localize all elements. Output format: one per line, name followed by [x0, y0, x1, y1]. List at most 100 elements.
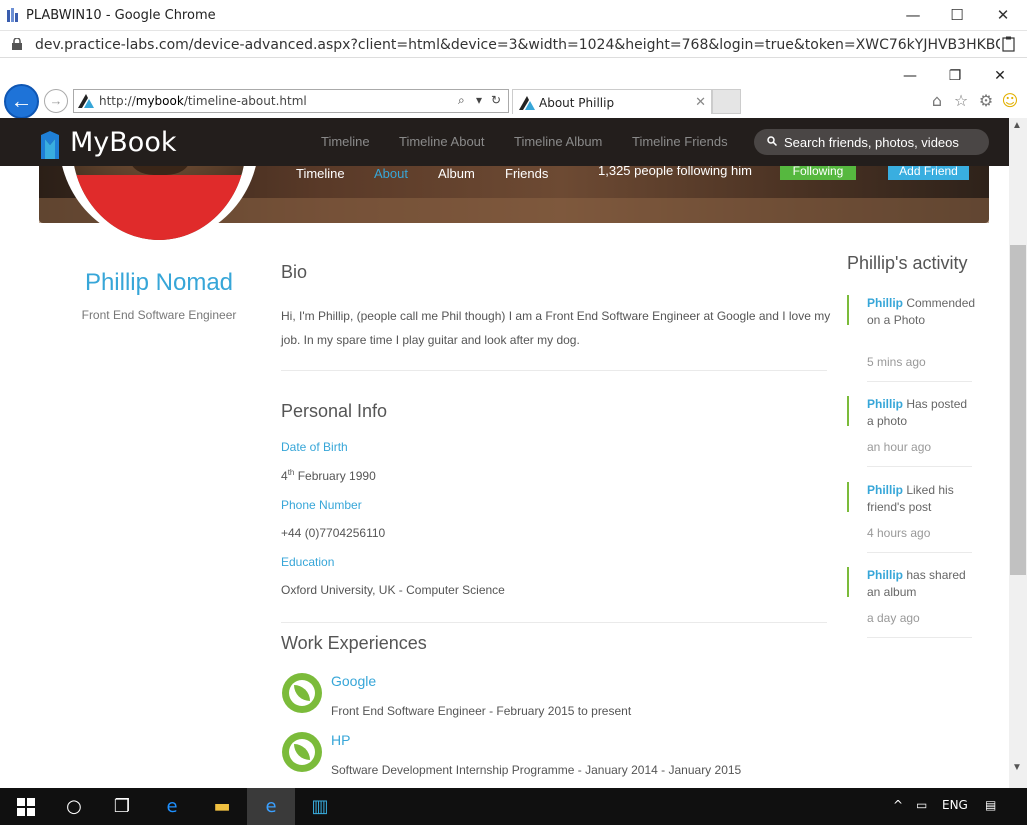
activity-time: a day ago [867, 611, 920, 625]
cortana-search-icon[interactable]: ○ [50, 788, 98, 825]
company-logo-icon [282, 673, 322, 713]
activity-text: Phillip Liked his friend's post [867, 482, 977, 516]
page-viewport: Timeline About Album Friends 1,325 peopl… [0, 118, 1009, 788]
ie-restore-button[interactable]: ❐ [945, 66, 965, 86]
chrome-url[interactable]: dev.practice-labs.com/device-advanced.as… [35, 37, 1000, 53]
window-title: PLABWIN10 - Google Chrome [26, 8, 216, 23]
search-box[interactable] [754, 129, 989, 155]
profile-nav-friends[interactable]: Friends [505, 166, 548, 181]
work-company[interactable]: HP [331, 732, 350, 748]
ie-address-bar[interactable]: http://mybook/timeline-about.html ⌕ ▾ ↻ [73, 89, 509, 113]
work-company[interactable]: Google [331, 673, 376, 689]
activity-user-link[interactable]: Phillip [867, 296, 903, 310]
work-description: Software Development Internship Programm… [331, 763, 742, 777]
scroll-up-arrow-icon[interactable]: ▲ [1012, 120, 1022, 131]
file-explorer-icon[interactable]: ▬ [198, 788, 246, 825]
notifications-icon[interactable]: ▤ [985, 798, 996, 812]
url-host: mybook [135, 94, 184, 108]
vertical-scrollbar[interactable]: ▲ ▼ [1009, 118, 1027, 788]
tray-chevron-icon[interactable]: ^ [893, 798, 903, 812]
activity-separator [867, 381, 972, 382]
company-logo-icon [282, 732, 322, 772]
network-icon[interactable]: ▭ [916, 798, 927, 812]
activity-text: Phillip has shared an album [867, 567, 977, 601]
avatar-shirt [72, 175, 246, 240]
activity-separator [867, 466, 972, 467]
activity-user-link[interactable]: Phillip [867, 483, 903, 497]
lock-icon [12, 38, 22, 50]
activity-time: an hour ago [867, 440, 932, 454]
mybook-navbar: MyBook Timeline Timeline About Timeline … [0, 118, 1009, 166]
education-value: Oxford University, UK - Computer Science [281, 583, 505, 597]
site-logo-icon [78, 94, 94, 108]
close-button[interactable]: ✕ [992, 4, 1014, 26]
dob-rest: February 1990 [294, 469, 376, 483]
personal-info-heading: Personal Info [281, 401, 388, 421]
internet-explorer-icon[interactable]: e [247, 788, 295, 825]
ie-close-button[interactable]: ✕ [990, 66, 1010, 86]
smiley-feedback-icon[interactable]: ☺ [1000, 91, 1020, 111]
home-icon[interactable]: ⌂ [927, 91, 947, 111]
profile-nav-timeline[interactable]: Timeline [296, 166, 345, 181]
search-icon [767, 136, 777, 146]
activity-user-link[interactable]: Phillip [867, 568, 903, 582]
bio-text: Hi, I'm Phillip, (people call me Phil th… [281, 309, 831, 347]
nav-link-timeline-about[interactable]: Timeline About [399, 134, 485, 149]
profile-nav-about[interactable]: About [374, 166, 408, 181]
activity-separator [867, 637, 972, 638]
tab-logo-icon [519, 96, 535, 110]
chrome-title-bar: PLABWIN10 - Google Chrome — ☐ ✕ [0, 0, 1027, 31]
activity-separator [867, 552, 972, 553]
profile-nav-album[interactable]: Album [438, 166, 475, 181]
windows-taskbar: ○ ❐ e ▬ e ▥ ^ ▭ ENG ▤ [0, 788, 1027, 825]
edge-browser-icon[interactable]: e [148, 788, 196, 825]
activity-time: 5 mins ago [867, 355, 926, 369]
task-view-icon[interactable]: ❐ [98, 788, 146, 825]
minimize-button[interactable]: — [902, 4, 924, 26]
mybook-brand[interactable]: MyBook [70, 127, 176, 158]
url-prefix: http:// [99, 94, 136, 108]
maximize-button[interactable]: ☐ [946, 4, 968, 26]
back-button[interactable]: ← [4, 84, 39, 119]
scrollbar-thumb[interactable] [1010, 245, 1026, 575]
dropdown-icon[interactable]: ▾ [476, 93, 482, 107]
activity-heading: Phillip's activity [847, 253, 968, 273]
activity-bar [847, 295, 849, 325]
education-label: Education [281, 555, 335, 569]
clipboard-icon[interactable] [1002, 36, 1015, 52]
dob-day: 4 [281, 469, 288, 483]
url-path: /timeline-about.html [183, 94, 307, 108]
activity-bar [847, 482, 849, 512]
nav-link-timeline-friends[interactable]: Timeline Friends [632, 134, 728, 149]
language-indicator[interactable]: ENG [942, 798, 968, 812]
ie-minimize-button[interactable]: — [900, 66, 920, 86]
mybook-logo-icon[interactable] [41, 131, 59, 159]
refresh-icon[interactable]: ↻ [491, 93, 501, 107]
activity-user-link[interactable]: Phillip [867, 397, 903, 411]
profile-role: Front End Software Engineer [81, 308, 237, 322]
chrome-address-bar: dev.practice-labs.com/device-advanced.as… [0, 31, 1027, 58]
divider [281, 622, 827, 623]
phone-value: +44 (0)7704256110 [281, 526, 386, 540]
activity-bar [847, 567, 849, 597]
phone-label: Phone Number [281, 498, 362, 512]
work-heading: Work Experiences [281, 633, 427, 653]
dob-label: Date of Birth [281, 440, 348, 454]
tab-about-phillip[interactable]: About Phillip ✕ [512, 89, 712, 114]
favorites-star-icon[interactable]: ☆ [951, 91, 971, 111]
forward-button[interactable]: → [44, 89, 68, 113]
new-tab-button[interactable] [712, 89, 741, 114]
search-icon[interactable]: ⌕ [458, 93, 465, 108]
app-building-icon[interactable]: ▥ [296, 788, 344, 825]
nav-link-timeline-album[interactable]: Timeline Album [514, 134, 602, 149]
activity-text: Phillip Has posted a photo [867, 396, 977, 430]
tab-title: About Phillip [539, 96, 615, 110]
divider [281, 370, 827, 371]
start-windows-icon[interactable] [2, 788, 50, 825]
nav-link-timeline[interactable]: Timeline [321, 134, 370, 149]
settings-gear-icon[interactable]: ⚙ [976, 91, 996, 111]
search-input[interactable] [784, 133, 984, 151]
ie-url[interactable]: http://mybook/timeline-about.html [99, 94, 307, 108]
tab-close-icon[interactable]: ✕ [695, 94, 706, 110]
scroll-down-arrow-icon[interactable]: ▼ [1012, 762, 1022, 773]
